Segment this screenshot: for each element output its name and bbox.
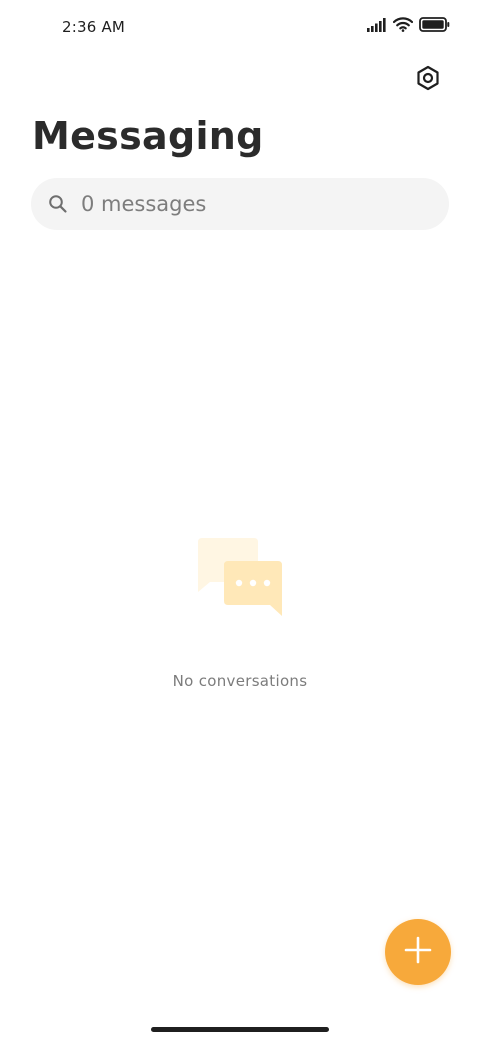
plus-icon xyxy=(404,936,432,968)
signal-icon xyxy=(367,17,387,32)
new-conversation-button[interactable] xyxy=(385,919,451,985)
chat-bubbles-icon xyxy=(194,534,286,622)
empty-state: No conversations xyxy=(0,534,480,690)
search-icon xyxy=(47,193,69,215)
page-title: Messaging xyxy=(32,114,264,158)
battery-icon xyxy=(419,17,450,32)
status-icons xyxy=(367,17,450,32)
home-indicator[interactable] xyxy=(151,1027,329,1032)
settings-icon xyxy=(415,65,441,95)
search-placeholder: 0 messages xyxy=(81,192,207,216)
empty-state-text: No conversations xyxy=(172,672,308,690)
search-bar[interactable]: 0 messages xyxy=(31,178,449,230)
wifi-icon xyxy=(393,17,413,32)
status-time: 2:36 AM xyxy=(62,18,126,36)
settings-button[interactable] xyxy=(410,62,446,98)
status-bar: 2:36 AM xyxy=(0,0,480,54)
